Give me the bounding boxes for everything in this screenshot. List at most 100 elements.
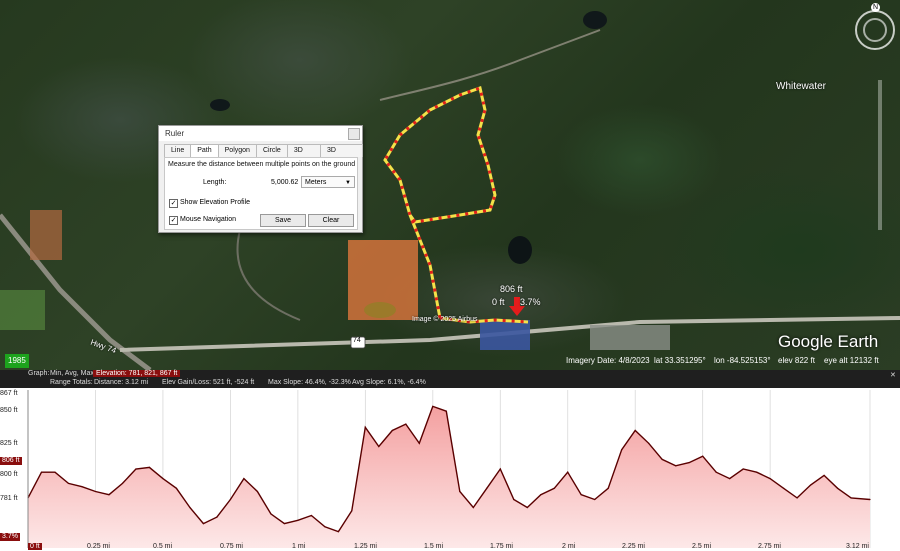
mouse-navigation-checkbox[interactable]: ✓ (169, 216, 178, 225)
tab-polygon[interactable]: Polygon (217, 144, 257, 157)
elevation-point (148, 466, 151, 468)
length-label: Length: (203, 179, 227, 186)
place-label: Whitewater (776, 81, 827, 92)
y-tick-label: 781 ft (0, 495, 18, 502)
elevation-point (567, 471, 569, 473)
x-tick-label: 1.75 mi (490, 543, 513, 550)
elevation-point (661, 458, 663, 460)
profile-header: Graph: Min, Avg, Max Elevation: 781, 821… (0, 370, 900, 388)
elevation-point (283, 522, 285, 525)
tab-3d-polygon[interactable]: 3D polygon (319, 144, 363, 166)
elevation-point (526, 506, 528, 509)
map-imagery (0, 11, 900, 370)
elevation-point (688, 461, 690, 464)
elevation-point (675, 465, 677, 467)
compass-control[interactable]: N (855, 3, 895, 50)
marker-slope-label: 3.7% (520, 297, 541, 307)
x-tick-label: 0 ft (28, 543, 42, 550)
elevation-profile-panel[interactable]: Graph: Min, Avg, Max Elevation: 781, 821… (0, 370, 900, 551)
elevation-point (513, 498, 515, 501)
marker-distance-label: 0 ft (492, 297, 505, 307)
x-tick-label: 2 mi (562, 543, 576, 550)
elevation-point (702, 455, 704, 457)
elevation-point (81, 486, 83, 488)
elevation-point (810, 484, 812, 486)
x-tick-label: 1.25 mi (354, 543, 377, 550)
close-icon[interactable] (348, 128, 360, 140)
latitude-readout: lat 33.351295° (654, 356, 706, 365)
show-elevation-profile-label: Show Elevation Profile (180, 199, 251, 206)
compass-north-letter: N (871, 3, 880, 12)
elev-gain-loss-stat: Elev Gain/Loss: 521 ft, -524 ft (162, 379, 255, 386)
tab-3d-path[interactable]: 3D path (286, 144, 321, 166)
elevation-point (324, 526, 326, 528)
x-tick-label: 2.75 mi (758, 543, 781, 550)
y-tick-label: 867 ft (0, 390, 18, 397)
mouse-navigation-label: Mouse Navigation (180, 216, 237, 223)
elevation-stat: Elevation: 781, 821, 867 ft (93, 370, 181, 377)
current-slope-badge: 3.7% (0, 533, 20, 541)
elevation-point (243, 478, 245, 480)
tab-circle[interactable]: Circle (255, 144, 288, 157)
google-earth-logo: Google Earth (778, 332, 879, 351)
elevation-point (756, 471, 758, 473)
elevation-point (869, 498, 871, 501)
elevation-point (364, 426, 366, 428)
elevation-point (823, 474, 825, 477)
max-slope-stat: Max Slope: 46.4%, -32.3% (268, 379, 351, 386)
elevation-point (715, 471, 717, 473)
x-tick-label: 1.5 mi (424, 543, 444, 550)
chevron-down-icon: ▼ (345, 180, 351, 186)
elevation-point (769, 478, 771, 480)
y-tick-label: 850 ft (0, 407, 18, 414)
elevation-point (216, 516, 218, 518)
zoom-slider[interactable] (878, 80, 882, 230)
look-joystick-icon[interactable] (863, 18, 887, 42)
elevation-point (472, 506, 474, 509)
avg-slope-stat: Avg Slope: 6.1%, -6.4% (352, 379, 426, 386)
show-elevation-profile-checkbox[interactable]: ✓ (169, 199, 178, 208)
elevation-point (378, 445, 380, 448)
elevation-point (553, 487, 555, 489)
elevation-point (310, 514, 312, 517)
save-button[interactable]: Save (260, 214, 306, 227)
map-status-bar: 1985 Imagery Date: 4/8/2023 lat 33.35129… (0, 354, 900, 368)
tab-path[interactable]: Path (190, 144, 219, 158)
close-icon[interactable]: ✕ (890, 371, 896, 379)
x-tick-label: 2.25 mi (622, 543, 645, 550)
graph-modes[interactable]: Min, Avg, Max (50, 370, 94, 377)
marker-elevation-label: 806 ft (500, 284, 523, 294)
unit-select-value: Meters (305, 179, 327, 186)
elevation-point (850, 497, 852, 499)
range-totals-label: Range Totals: (50, 379, 93, 386)
ruler-panel: Measure the distance between multiple po… (164, 157, 358, 230)
eye-altitude-readout: eye alt 12132 ft (824, 356, 879, 365)
elevation-point (67, 482, 70, 485)
length-value: 5,000.62 (271, 179, 299, 186)
x-tick-label: 0.75 mi (220, 543, 243, 550)
elevation-point (837, 487, 839, 489)
elevation-point (418, 442, 420, 444)
clear-button[interactable]: Clear (308, 214, 354, 227)
elevation-point (405, 423, 407, 425)
ruler-tabs: Line Path Polygon Circle 3D path 3D poly… (164, 144, 363, 166)
unit-select[interactable]: Meters ▼ (301, 176, 355, 188)
elevation-chart[interactable] (0, 388, 900, 551)
longitude-readout: lon -84.525153° (714, 356, 771, 365)
elevation-point (634, 429, 636, 432)
elevation-point (337, 530, 339, 533)
imagery-attribution: Image © 2025 Airbus (412, 316, 478, 323)
x-tick-label: 0.5 mi (153, 543, 173, 550)
ruler-dialog[interactable]: Ruler Line Path Polygon Circle 3D path 3… (158, 125, 363, 233)
elevation-point (202, 522, 205, 525)
tab-line[interactable]: Line (164, 144, 192, 157)
elevation-point (499, 468, 501, 470)
elevation-point (256, 490, 258, 493)
elevation-point (162, 478, 164, 480)
x-tick-label: 2.5 mi (692, 543, 712, 550)
elevation-point (486, 487, 488, 489)
satellite-map[interactable]: N Whitewater 74 Hwy 74 806 ft 0 ft 3.7% … (0, 0, 900, 370)
elevation-point (54, 471, 56, 473)
x-tick-label: 3.12 mi (846, 543, 869, 550)
elevation-point (594, 498, 596, 501)
